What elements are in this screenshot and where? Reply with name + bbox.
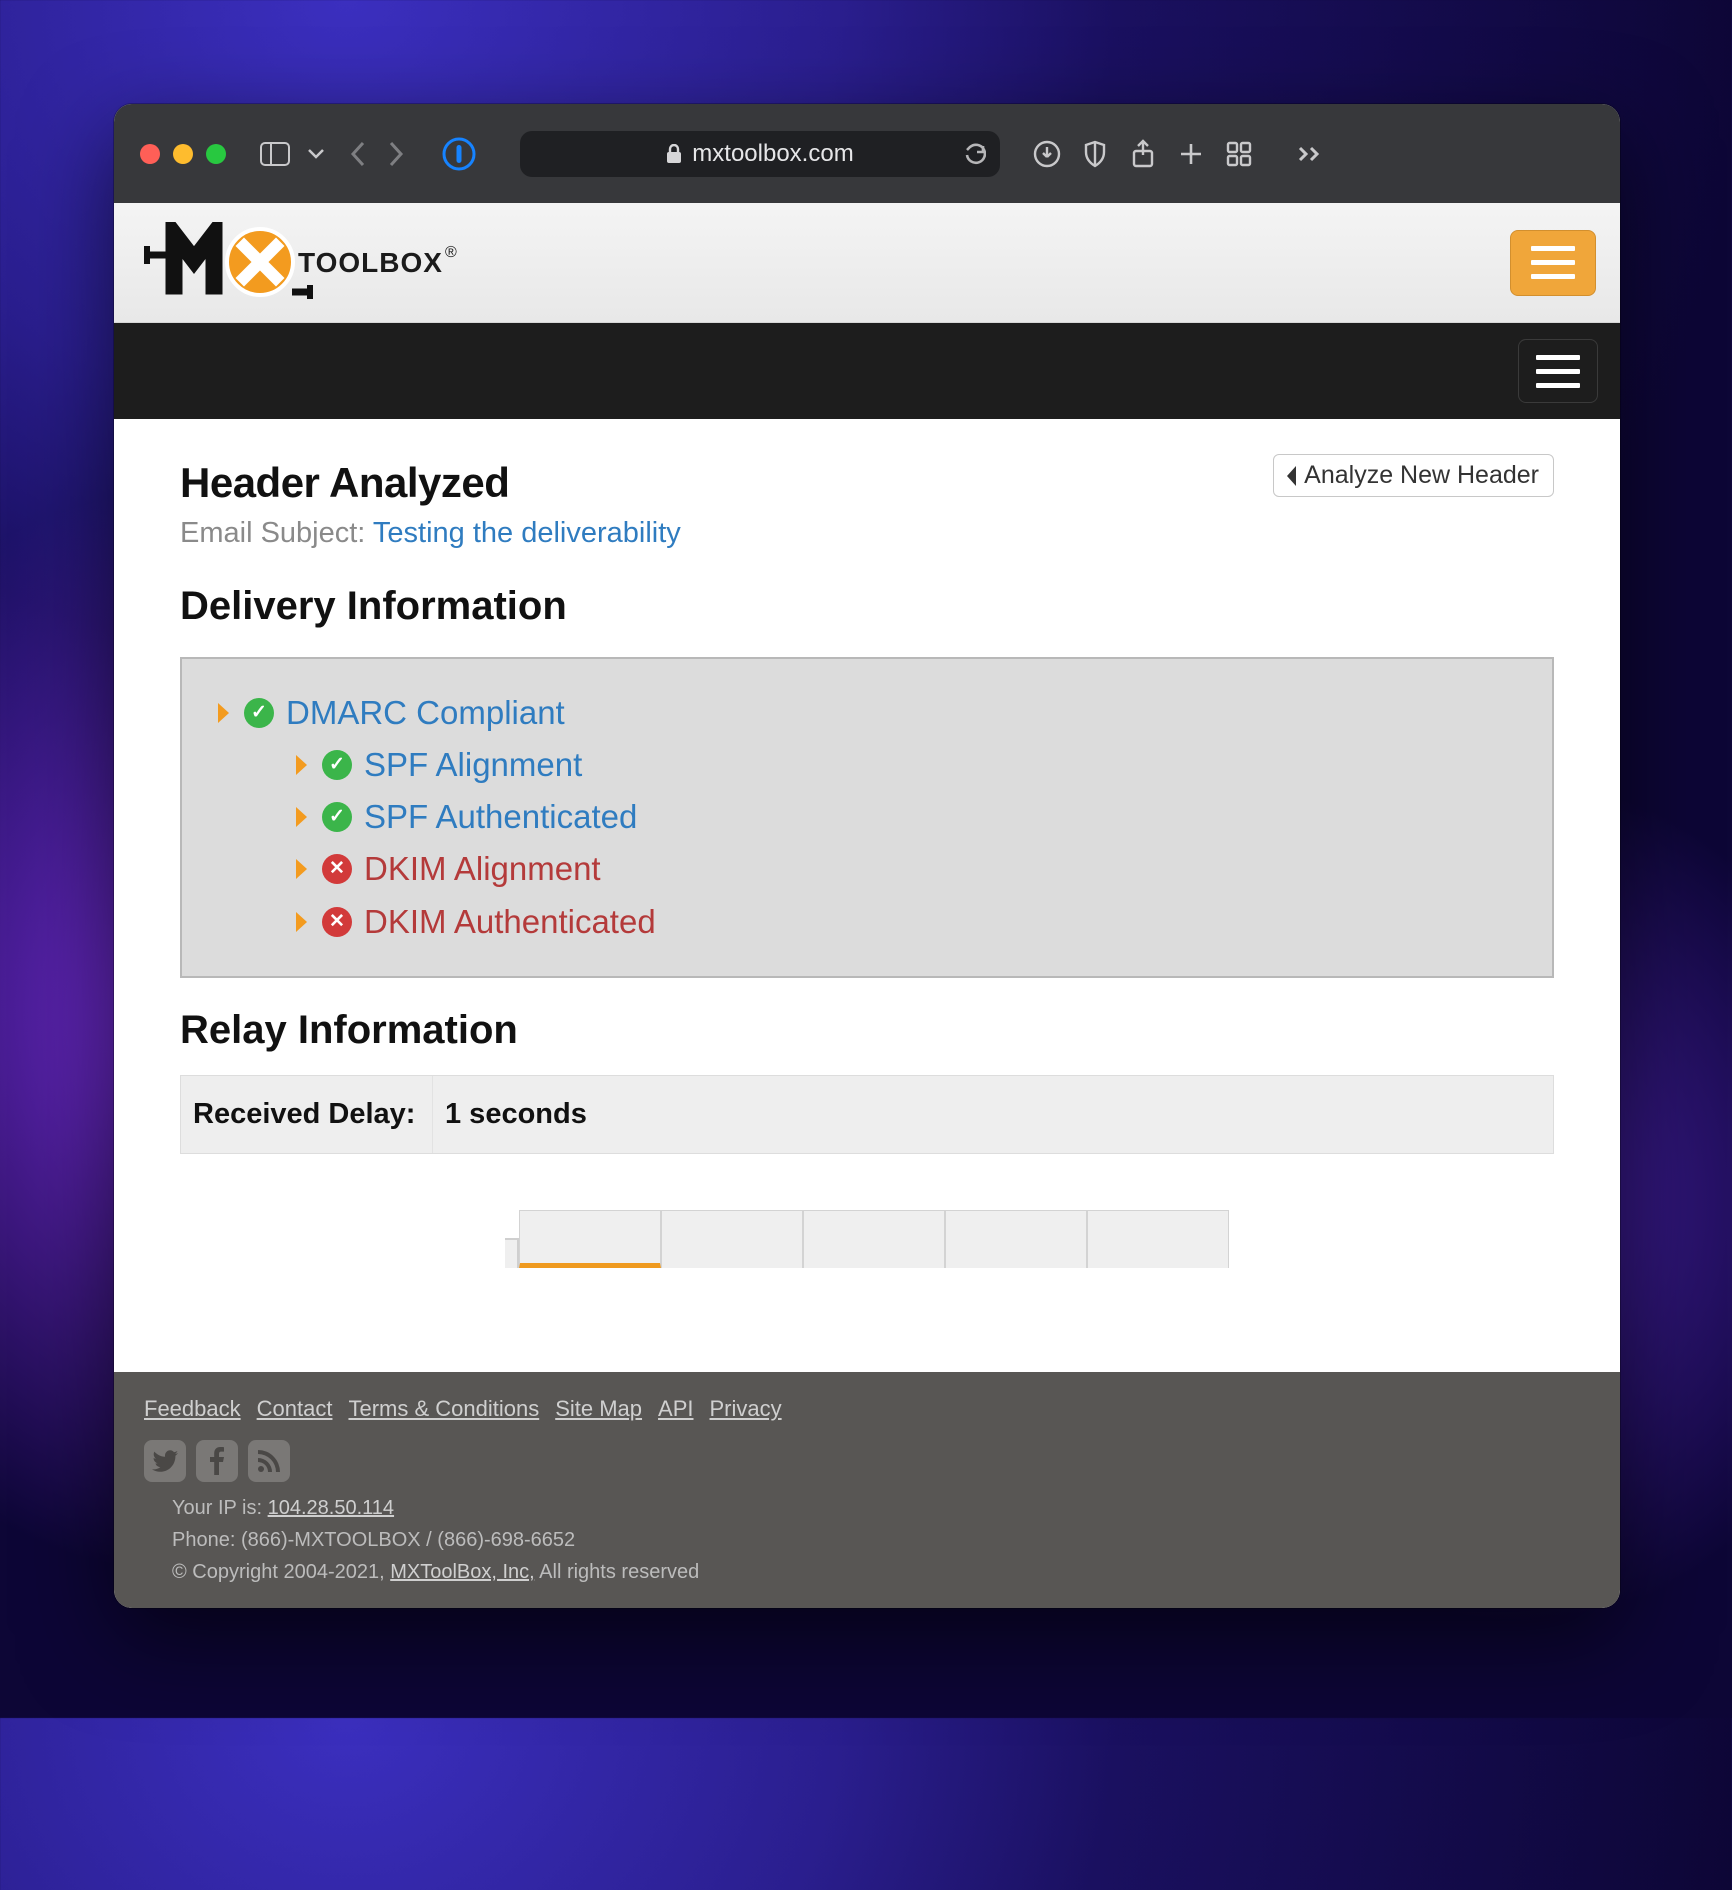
footer-copyright-post: All rights reserved xyxy=(535,1561,700,1583)
relay-tab-1[interactable] xyxy=(519,1210,661,1268)
relay-tab-3[interactable] xyxy=(803,1210,945,1268)
footer-ip-label: Your IP is: xyxy=(172,1497,268,1519)
browser-toolbar: mxtoolbox.com xyxy=(114,104,1620,203)
email-subject-label: Email Subject: xyxy=(180,517,373,549)
relay-delay-value: 1 seconds xyxy=(433,1076,1553,1153)
footer-links: Feedback Contact Terms & Conditions Site Ma… xyxy=(144,1396,1590,1422)
chevron-down-icon[interactable] xyxy=(306,137,326,171)
new-tab-icon[interactable] xyxy=(1174,137,1208,171)
facebook-icon[interactable] xyxy=(196,1440,238,1482)
secondary-menu-button[interactable] xyxy=(1518,339,1598,403)
sidebar-toggle-icon[interactable] xyxy=(258,137,292,171)
delivery-row: ✕ DKIM Alignment xyxy=(294,843,1518,895)
delivery-item-link[interactable]: SPF Authenticated xyxy=(364,791,637,843)
footer-copyright-pre: © Copyright 2004-2021, xyxy=(172,1561,390,1583)
delivery-item-link[interactable]: SPF Alignment xyxy=(364,739,582,791)
chevron-right-icon[interactable] xyxy=(216,702,232,724)
delivery-row: ✓ SPF Authenticated xyxy=(294,791,1518,843)
main-content: Header Analyzed Email Subject: Testing t… xyxy=(114,419,1620,1268)
tab-overview-icon[interactable] xyxy=(1222,137,1256,171)
primary-menu-button[interactable] xyxy=(1510,230,1596,296)
relay-tab-4[interactable] xyxy=(945,1210,1087,1268)
forward-button[interactable] xyxy=(389,141,404,167)
delivery-item-link[interactable]: DMARC Compliant xyxy=(286,687,565,739)
downloads-icon[interactable] xyxy=(1030,137,1064,171)
chevron-right-icon[interactable] xyxy=(294,911,310,933)
back-button[interactable] xyxy=(350,141,365,167)
secondary-nav-bar xyxy=(114,323,1620,419)
site-footer: Feedback Contact Terms & Conditions Site Ma… xyxy=(114,1372,1620,1608)
reload-icon[interactable] xyxy=(964,142,986,166)
address-bar[interactable]: mxtoolbox.com xyxy=(520,131,1000,177)
relay-info-heading: Relay Information xyxy=(180,1008,1554,1053)
delivery-info-heading: Delivery Information xyxy=(180,584,1554,629)
delivery-item-link[interactable]: DKIM Alignment xyxy=(364,843,601,895)
chevron-right-icon[interactable] xyxy=(294,806,310,828)
analyze-button-label: Analyze New Header xyxy=(1304,461,1539,490)
footer-link[interactable]: Site Map xyxy=(555,1396,642,1422)
analyze-new-header-button[interactable]: Analyze New Header xyxy=(1273,454,1554,497)
relay-tab-5[interactable] xyxy=(1087,1210,1229,1268)
share-icon[interactable] xyxy=(1126,137,1160,171)
email-subject-link[interactable]: Testing the deliverability xyxy=(373,517,681,549)
minimize-window-button[interactable] xyxy=(173,144,193,164)
x-icon: ✕ xyxy=(322,854,352,884)
tab-stub xyxy=(505,1238,519,1268)
relay-tab-2[interactable] xyxy=(661,1210,803,1268)
delivery-row: ✓ SPF Alignment xyxy=(294,739,1518,791)
footer-link[interactable]: Contact xyxy=(257,1396,333,1422)
chevron-right-icon[interactable] xyxy=(294,754,310,776)
footer-link[interactable]: Terms & Conditions xyxy=(348,1396,539,1422)
chevron-left-icon xyxy=(1284,465,1298,487)
twitter-icon[interactable] xyxy=(144,1440,186,1482)
site-header: TOOLBOX ® xyxy=(114,203,1620,323)
nav-buttons xyxy=(350,141,404,167)
check-icon: ✓ xyxy=(322,750,352,780)
close-window-button[interactable] xyxy=(140,144,160,164)
window-controls xyxy=(140,144,226,164)
footer-social xyxy=(144,1440,1590,1482)
check-icon: ✓ xyxy=(244,698,274,728)
footer-company-link[interactable]: MXToolBox, Inc, xyxy=(390,1561,535,1583)
fullscreen-window-button[interactable] xyxy=(206,144,226,164)
browser-window: mxtoolbox.com xyxy=(114,104,1620,1608)
chevron-right-icon[interactable] xyxy=(294,858,310,880)
email-subject-line: Email Subject: Testing the deliverabilit… xyxy=(180,517,1554,550)
logo-text: TOOLBOX xyxy=(298,247,443,279)
relay-tabs xyxy=(180,1210,1554,1268)
mxtoolbox-logo[interactable]: TOOLBOX ® xyxy=(144,222,457,304)
relay-delay-label: Received Delay: xyxy=(181,1076,433,1153)
lock-icon xyxy=(666,144,682,164)
delivery-row: ✓ DMARC Compliant xyxy=(216,687,1518,739)
overflow-icon[interactable] xyxy=(1294,137,1328,171)
footer-phone: Phone: (866)-MXTOOLBOX / (866)-698-6652 xyxy=(172,1524,1590,1556)
rss-icon[interactable] xyxy=(248,1440,290,1482)
footer-ip-link[interactable]: 104.28.50.114 xyxy=(268,1497,394,1519)
footer-link[interactable]: Privacy xyxy=(710,1396,782,1422)
footer-meta: Your IP is: 104.28.50.114 Phone: (866)-M… xyxy=(172,1492,1590,1588)
footer-link[interactable]: Feedback xyxy=(144,1396,241,1422)
x-icon: ✕ xyxy=(322,907,352,937)
delivery-item-link[interactable]: DKIM Authenticated xyxy=(364,896,656,948)
check-icon: ✓ xyxy=(322,802,352,832)
logo-registered: ® xyxy=(445,244,457,262)
footer-link[interactable]: API xyxy=(658,1396,693,1422)
url-host: mxtoolbox.com xyxy=(692,140,853,168)
relay-table: Received Delay: 1 seconds xyxy=(180,1075,1554,1154)
onepassword-icon[interactable] xyxy=(442,137,476,171)
shield-icon[interactable] xyxy=(1078,137,1112,171)
delivery-info-box: ✓ DMARC Compliant ✓ SPF Alignment ✓ SPF Authe… xyxy=(180,657,1554,978)
delivery-row: ✕ DKIM Authenticated xyxy=(294,896,1518,948)
